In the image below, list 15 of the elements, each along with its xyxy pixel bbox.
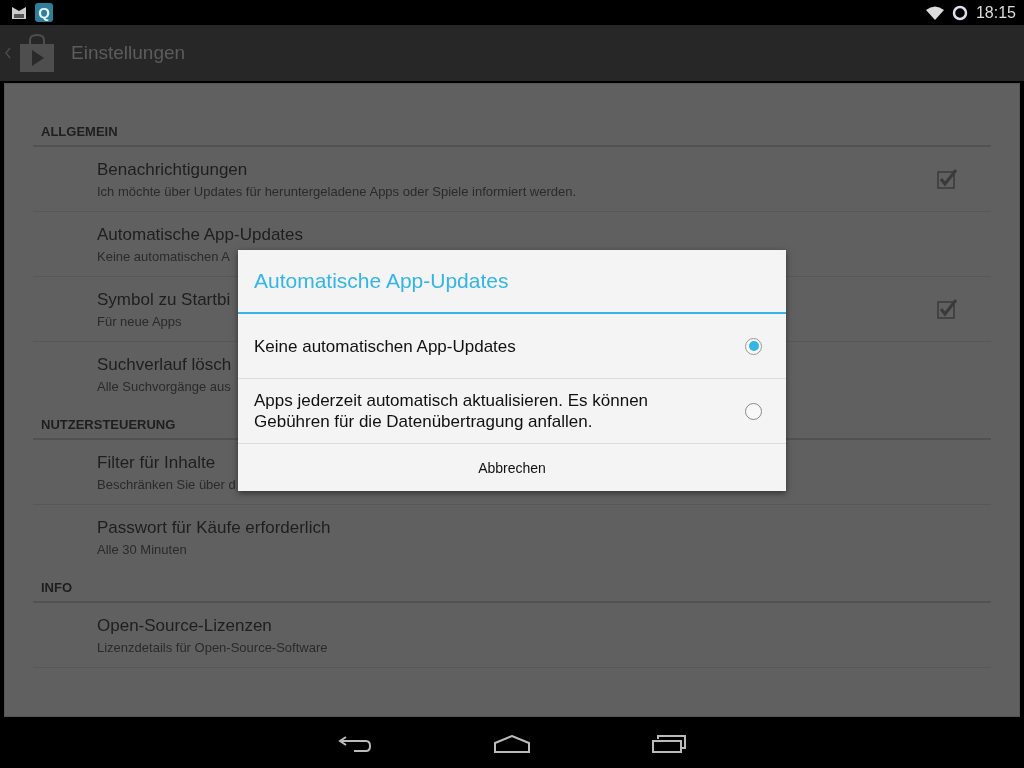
setting-title: Open-Source-Lizenzen [97, 615, 273, 636]
option-label: Apps jederzeit automatisch aktualisieren. Es können Gebühren für die Datenübertragung anfallen. [254, 390, 650, 432]
section-header: ALLGEMEIN [41, 124, 118, 139]
setting-title: Automatische App-Updates [97, 224, 303, 245]
app-badge: Q [35, 3, 53, 22]
setting-title: Symbol zu Startbi [97, 289, 231, 310]
section-header: NUTZERSTEUERUNG [41, 417, 176, 432]
setting-title: Benachrichtigungen [97, 159, 249, 180]
setting-title: Passwort für Käufe erforderlich [97, 517, 331, 538]
section-header: INFO [41, 580, 73, 595]
option-label: Keine automatischen App-Updates [254, 335, 516, 357]
clock: 18:15 [975, 3, 1016, 22]
setting-title: Suchverlauf lösch [97, 354, 232, 375]
setting-title: Filter für Inhalte [97, 452, 217, 473]
dialog-title: Automatische App-Updates [238, 250, 786, 314]
